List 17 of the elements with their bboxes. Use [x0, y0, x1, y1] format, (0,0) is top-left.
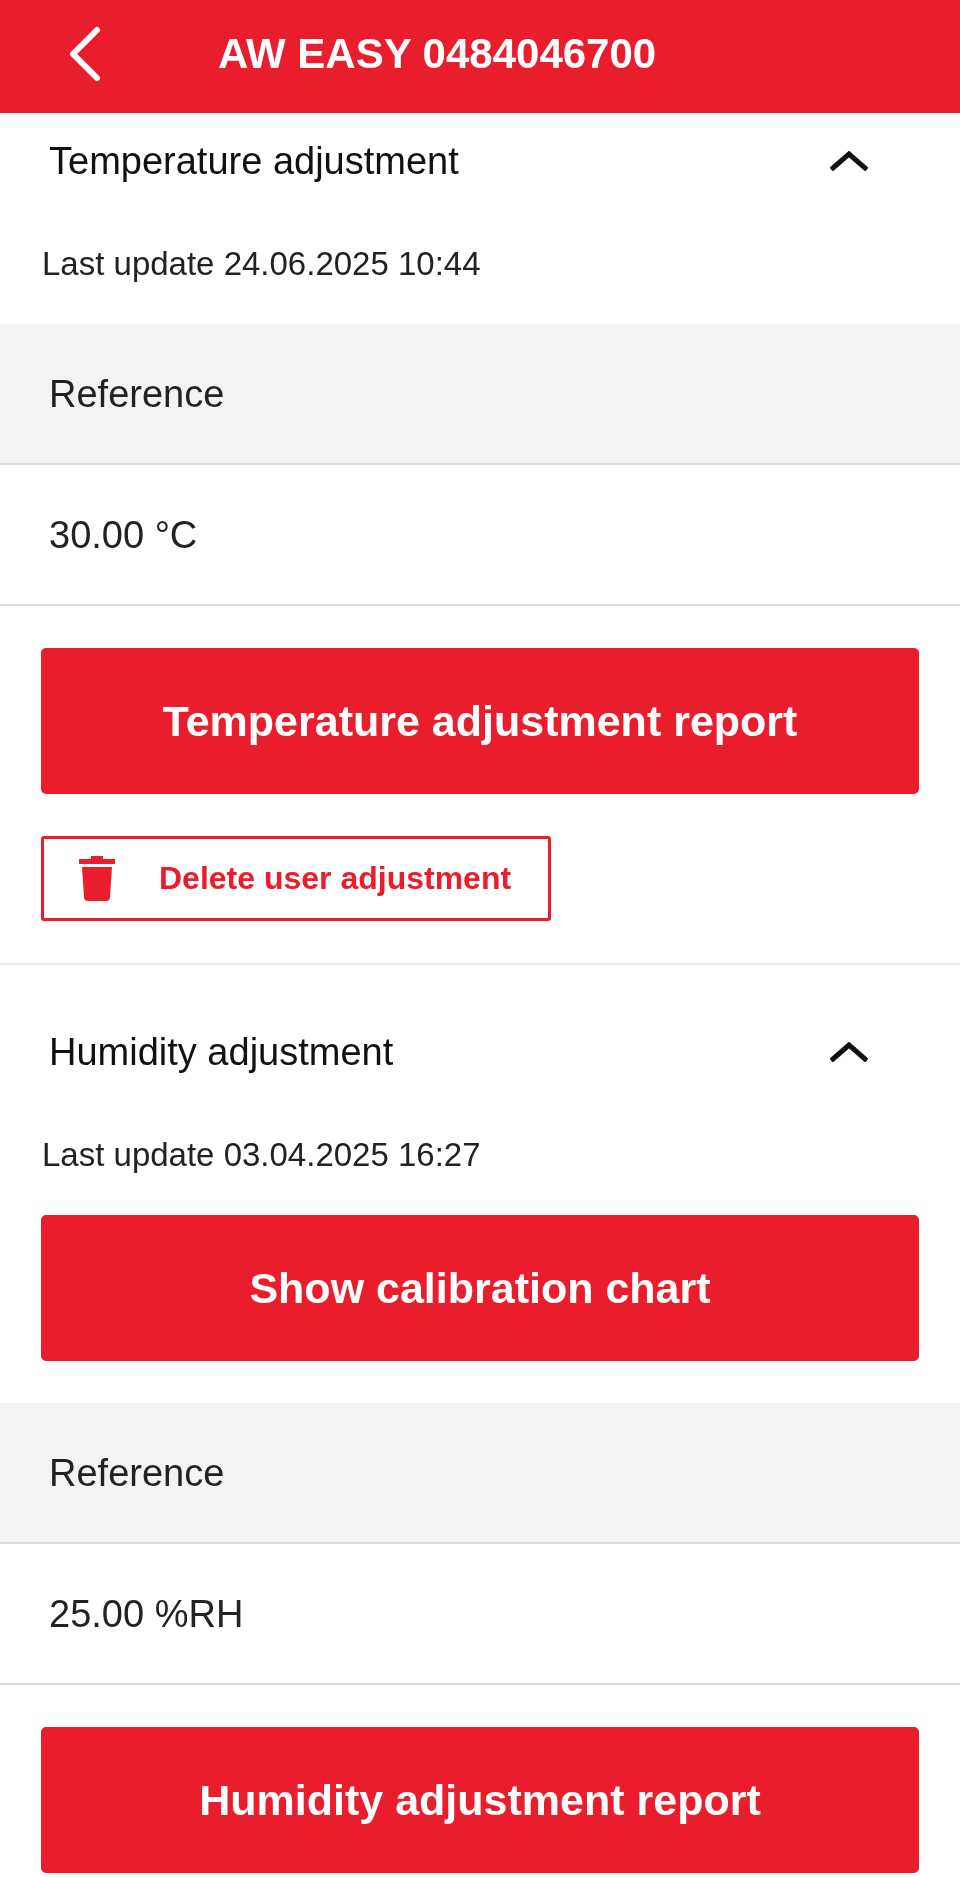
report-button[interactable]: Humidity adjustment report [41, 1727, 919, 1873]
trash-icon [79, 856, 115, 901]
chevron-up-icon [830, 151, 868, 171]
reference-value: 30.00 °C [49, 512, 198, 557]
report-button[interactable]: Show calibration chart [41, 1215, 919, 1361]
reference-label: Reference [49, 371, 225, 416]
last-update-text: Last update 03.04.2025 16:27 [41, 1137, 482, 1173]
section-title: Temperature adjustment [49, 141, 459, 181]
last-update-text: Last update 24.06.2025 10:44 [41, 246, 482, 282]
reference-label: Reference [49, 1450, 225, 1495]
report-button[interactable]: Temperature adjustment report [41, 648, 919, 794]
reference-value: 25.00 %RH [49, 1591, 244, 1636]
chevron-up-icon [830, 1042, 868, 1062]
delete-button[interactable]: Delete user adjustment [41, 836, 551, 921]
device-title: AW EASY 0484046700 [218, 29, 657, 78]
chevron-left-icon [68, 25, 102, 82]
section-title: Humidity adjustment [49, 1032, 394, 1072]
